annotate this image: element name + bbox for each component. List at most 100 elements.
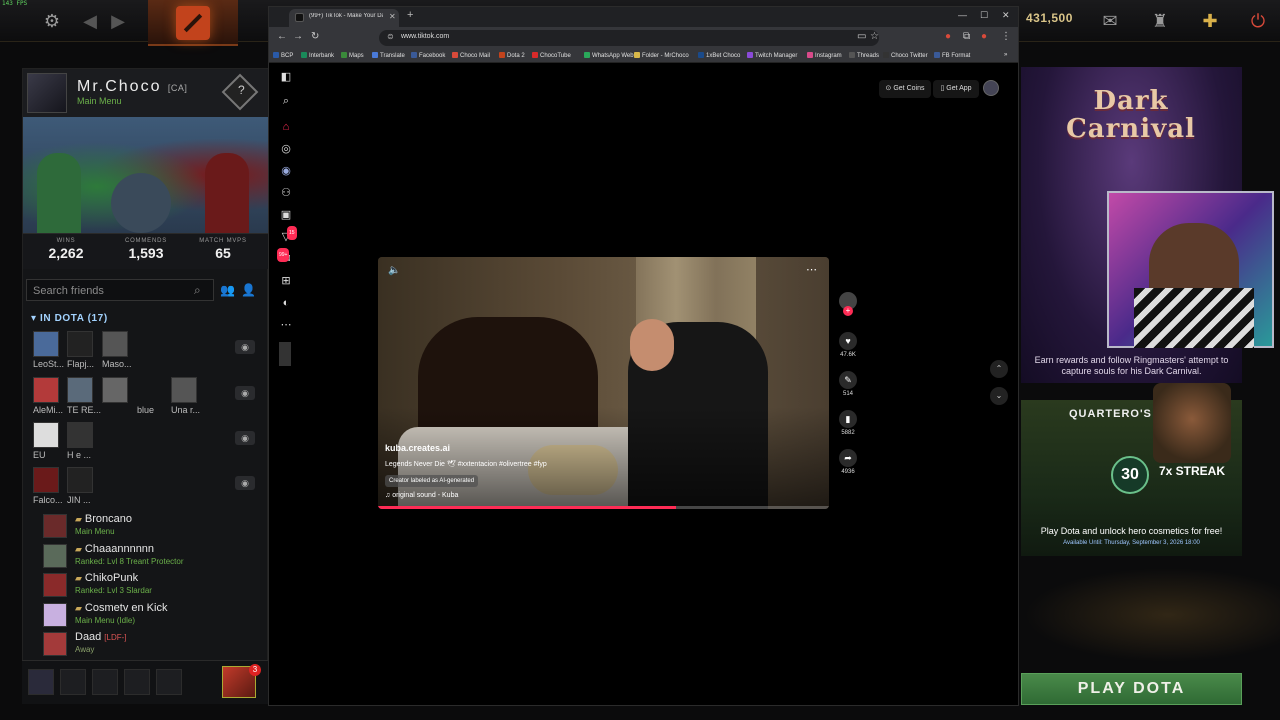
bookmark-star-icon[interactable]: ☆ xyxy=(870,31,879,42)
friend-avatar[interactable] xyxy=(43,544,67,568)
volume-icon[interactable]: 🔈 xyxy=(388,265,400,276)
add-friend-icon[interactable]: 👥 xyxy=(220,283,235,297)
profile-avatar[interactable] xyxy=(27,73,67,113)
friend-avatar[interactable] xyxy=(67,422,93,448)
next-video-icon[interactable]: ⌄ xyxy=(990,387,1008,405)
bookmark-item[interactable]: Twitch Manager xyxy=(747,52,797,59)
window-close-icon[interactable]: ✕ xyxy=(1002,10,1010,21)
omnibox[interactable]: ⊜ www.tiktok.com xyxy=(379,30,879,46)
dota-home-tile[interactable] xyxy=(148,0,238,46)
back-arrow-icon[interactable]: ◀ xyxy=(78,9,102,33)
friend-avatar[interactable] xyxy=(102,377,128,403)
more-icon[interactable]: ⋯ xyxy=(279,318,293,332)
friend-row[interactable]: ▰ ChikoPunk Ranked: Lvl 3 Slardar xyxy=(43,572,263,600)
forward-arrow-icon[interactable]: ▶ xyxy=(106,9,130,33)
plus-shop-icon[interactable]: ✚ xyxy=(1198,9,1222,33)
bookmark-item[interactable]: Interbank xyxy=(301,52,334,59)
explore-compass-icon[interactable]: ◎ xyxy=(279,142,293,156)
friend-avatar[interactable] xyxy=(67,331,93,357)
power-exit-icon[interactable]: ⏻ xyxy=(1246,9,1270,33)
party-slot[interactable] xyxy=(156,669,182,695)
spectate-eye-icon[interactable]: ◉ xyxy=(235,431,255,445)
search-friends-input[interactable] xyxy=(33,283,189,299)
messages-icon[interactable]: ✉99+ xyxy=(277,248,293,266)
friend-avatar[interactable] xyxy=(137,377,163,403)
sidebar-toggle-icon[interactable]: ◧ xyxy=(279,70,293,84)
bookmark-item[interactable]: Choco Twitter xyxy=(883,52,928,59)
site-info-icon[interactable]: ⊜ xyxy=(387,32,394,41)
friend-avatar[interactable] xyxy=(67,467,93,493)
video-progress-bar[interactable] xyxy=(378,506,829,509)
video-sound[interactable]: ♫ original sound - Kuba xyxy=(385,492,458,499)
bookmark-item[interactable]: FB Format xyxy=(934,52,970,59)
bookmark-action[interactable]: ▮ 5882 xyxy=(835,410,861,436)
spectate-eye-icon[interactable]: ◉ xyxy=(235,386,255,400)
search-icon[interactable]: ⌕ xyxy=(194,283,201,298)
comment-icon[interactable]: ✎ xyxy=(839,371,857,389)
more-options-icon[interactable]: ⋯ xyxy=(806,263,817,276)
url-text[interactable]: www.tiktok.com xyxy=(401,33,449,40)
get-coins-button[interactable]: ⊙ Get Coins xyxy=(879,80,931,98)
previous-video-icon[interactable]: ⌃ xyxy=(990,360,1008,378)
friend-avatar[interactable] xyxy=(33,467,59,493)
friend-avatar[interactable] xyxy=(33,331,59,357)
bookmark-item[interactable]: Dota 2 xyxy=(499,52,525,59)
profile-icon[interactable]: ◐ xyxy=(279,296,293,310)
friends-settings-icon[interactable]: 👤 xyxy=(241,283,256,297)
inbox-icon[interactable]: ▽ 15 xyxy=(279,226,297,244)
bookmark-item[interactable]: Maps xyxy=(341,52,364,59)
friend-row[interactable]: Daad [LDF-] Away xyxy=(43,631,263,659)
heart-icon[interactable]: ♥ xyxy=(839,332,857,350)
live-icon[interactable]: ▣ xyxy=(279,208,293,222)
profile-header[interactable]: Mr.Choco [CA] Main Menu ? xyxy=(23,69,269,117)
bookmark-item[interactable]: Choco Mail xyxy=(452,52,490,59)
new-tab-plus-icon[interactable]: + xyxy=(407,9,413,21)
extension-icon[interactable]: ● xyxy=(945,31,951,42)
bookmark-item[interactable]: Instagram xyxy=(807,52,842,59)
party-slot[interactable] xyxy=(92,669,118,695)
tab-close-icon[interactable]: ✕ xyxy=(389,12,396,21)
following-icon[interactable]: ◉ xyxy=(279,164,293,178)
friend-avatar[interactable] xyxy=(33,377,59,403)
extensions-puzzle-icon[interactable]: ⧉ xyxy=(963,31,970,42)
video-player[interactable]: 🔈 ⋯ kuba.creates.ai Legends Never Die 🕊 … xyxy=(378,257,829,509)
bookmark-item[interactable]: ChocoTube xyxy=(532,52,571,59)
friend-avatar[interactable] xyxy=(33,422,59,448)
browser-menu-icon[interactable]: ⋮ xyxy=(1001,31,1011,42)
friend-avatar[interactable] xyxy=(43,632,67,656)
creator-thumb[interactable] xyxy=(279,342,291,366)
back-icon[interactable]: ← xyxy=(277,31,287,42)
share-action[interactable]: ➦ 4936 xyxy=(835,449,861,475)
search-icon[interactable]: ⌕ xyxy=(279,94,293,108)
friend-row[interactable]: ▰ Chaaannnnnn Ranked: Lvl 8 Treant Protect… xyxy=(43,543,263,571)
play-dota-button[interactable]: PLAY DOTA xyxy=(1021,673,1242,705)
bookmark-item[interactable]: Folder - MrChoco xyxy=(634,52,689,59)
mail-icon[interactable]: ✉ xyxy=(1098,9,1122,33)
friend-avatar[interactable] xyxy=(43,603,67,627)
share-icon[interactable]: ➦ xyxy=(839,449,857,467)
bookmark-item[interactable]: WhatsApp Web xyxy=(584,52,634,59)
creator-avatar-follow[interactable]: + xyxy=(835,292,861,316)
forward-icon[interactable]: → xyxy=(293,31,303,42)
bookmark-item[interactable]: Threads xyxy=(849,52,879,59)
party-slot[interactable] xyxy=(60,669,86,695)
settings-gear-icon[interactable]: ⚙ xyxy=(40,9,64,33)
friend-avatar[interactable] xyxy=(43,514,67,538)
friend-row[interactable]: ▰ Broncano Main Menu xyxy=(43,513,263,541)
upload-icon[interactable]: ⊞ xyxy=(279,274,293,288)
bookmarks-overflow-icon[interactable]: » xyxy=(1004,52,1007,58)
user-avatar[interactable] xyxy=(983,80,999,96)
comment-action[interactable]: ✎ 514 xyxy=(835,371,861,397)
in-dota-section-header[interactable]: ▾ IN DOTA (17) xyxy=(31,313,108,324)
home-icon[interactable]: ⌂ xyxy=(279,120,293,134)
browser-tab-active[interactable]: (99+) TikTok - Make Your Day ✕ xyxy=(289,9,399,27)
bookmark-icon[interactable]: ▮ xyxy=(839,410,857,428)
bookmark-item[interactable]: BCP xyxy=(273,52,293,59)
reload-icon[interactable]: ↻ xyxy=(311,31,319,42)
friend-avatar[interactable] xyxy=(67,377,93,403)
friends-icon[interactable]: ⚇ xyxy=(279,186,293,200)
minimize-icon[interactable]: — xyxy=(958,10,967,20)
friend-avatar[interactable] xyxy=(102,331,128,357)
friend-avatar[interactable] xyxy=(43,573,67,597)
cast-icon[interactable]: ▭ xyxy=(857,31,866,42)
